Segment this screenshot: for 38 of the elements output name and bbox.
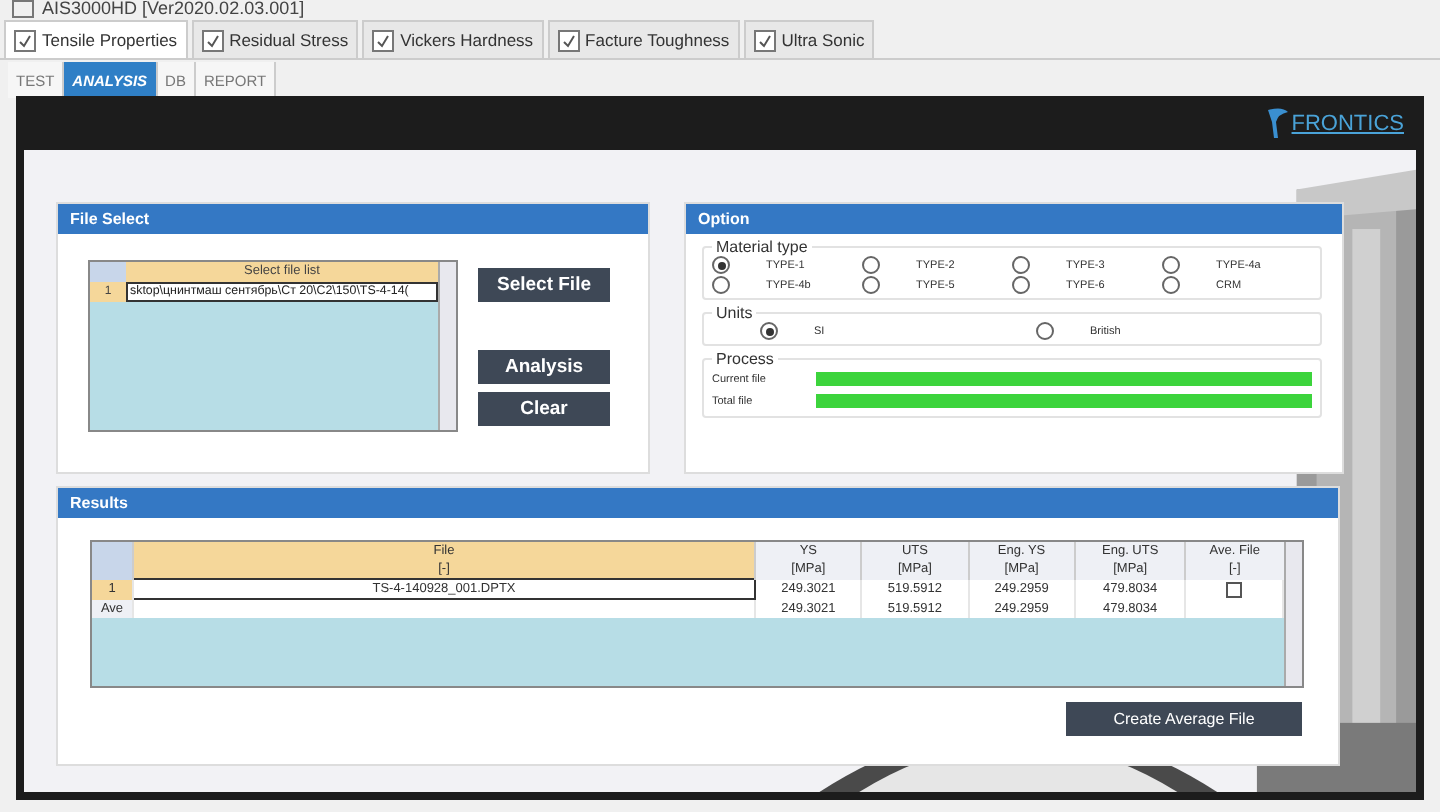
radio-button[interactable] xyxy=(1012,276,1030,294)
radio-button[interactable] xyxy=(1012,256,1030,274)
radio-button[interactable] xyxy=(712,276,730,294)
tab[interactable]: Facture Toughness xyxy=(547,20,740,58)
panel-header: File Select xyxy=(58,204,648,234)
tab[interactable]: Residual Stress xyxy=(191,20,359,58)
checkbox[interactable] xyxy=(1226,581,1243,597)
group-title: Units xyxy=(714,304,755,322)
checkbox-icon xyxy=(753,29,776,51)
panel-header: Results xyxy=(58,488,1338,518)
checkbox-icon xyxy=(201,29,224,51)
scrollbar[interactable] xyxy=(1284,542,1302,686)
app-icon xyxy=(12,0,34,18)
table-corner xyxy=(90,262,126,282)
logo: FRONTICS xyxy=(1265,105,1404,141)
radio-button[interactable] xyxy=(1036,322,1054,340)
checkbox-icon xyxy=(557,29,580,51)
radio-button[interactable] xyxy=(862,276,880,294)
action-button[interactable]: Select File xyxy=(478,268,610,302)
window-title: AIS3000HD [Ver2020.02.03.001] xyxy=(42,0,305,18)
table-corner xyxy=(92,542,133,579)
tab[interactable]: Ultra Sonic xyxy=(743,20,875,58)
radio-button[interactable] xyxy=(1162,256,1180,274)
scrollbar[interactable] xyxy=(438,262,456,430)
radio-button[interactable] xyxy=(760,322,778,340)
tab[interactable]: Tensile Properties xyxy=(4,20,188,58)
group-title: Material type xyxy=(714,238,810,256)
checkbox-icon xyxy=(372,29,395,51)
group-title: Process xyxy=(714,350,776,368)
action-button[interactable]: Analysis xyxy=(478,350,610,384)
radio-button[interactable] xyxy=(862,256,880,274)
checkbox-icon xyxy=(14,29,36,51)
tab[interactable]: Vickers Hardness xyxy=(362,20,544,58)
create-average-button[interactable]: Create Average File xyxy=(1066,702,1302,736)
radio-button[interactable] xyxy=(1162,276,1180,294)
action-button[interactable]: Clear xyxy=(478,392,610,426)
panel-header: Option xyxy=(686,204,1342,234)
radio-button[interactable] xyxy=(712,256,730,274)
